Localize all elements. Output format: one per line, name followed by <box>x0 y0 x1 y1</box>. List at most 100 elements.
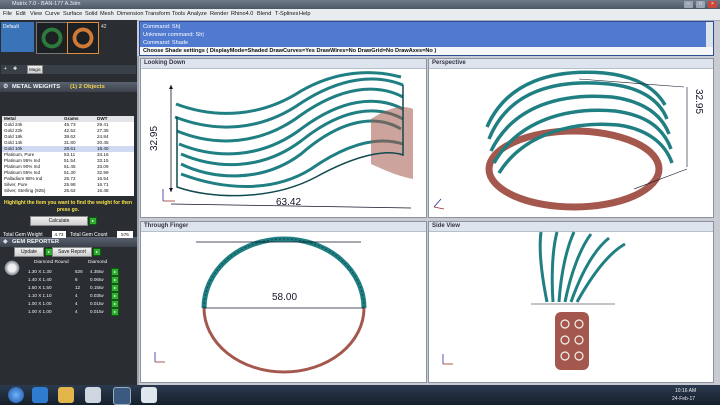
calculate-button[interactable]: Calculate <box>30 216 88 226</box>
minimize-button[interactable]: – <box>684 1 693 8</box>
thumbnail-green-ring[interactable] <box>36 22 68 54</box>
folder-icon[interactable] <box>58 387 74 403</box>
gem-row-select-icon[interactable]: ▸ <box>111 308 119 316</box>
metal-grams: 25.62 <box>64 188 76 193</box>
gem-count: 4 <box>75 293 78 298</box>
menu-blend[interactable]: Blend <box>257 11 271 17</box>
gem-count: 4 <box>75 301 78 306</box>
menu-edit[interactable]: Edit <box>16 11 26 17</box>
thumbnail-orange-ring[interactable] <box>67 22 99 54</box>
clock-date: 24-Feb-17 <box>672 396 696 402</box>
menu-tools[interactable]: Tools <box>172 11 185 17</box>
mini-add-icon[interactable]: + <box>4 66 7 72</box>
gem-row[interactable]: 1.30 X 1.30 526 4.35tw ▸ <box>23 268 119 276</box>
gem-weight: 0.01tw <box>90 301 104 306</box>
update-button[interactable]: Update <box>14 247 44 257</box>
mini-toolbar: + ✚ Magic <box>1 65 136 74</box>
metal-weights-title: METAL WEIGHTS <box>12 84 61 90</box>
layer-name: Default <box>3 24 19 30</box>
gem-size: 1.30 X 1.30 <box>28 269 52 274</box>
menu-curve[interactable]: Curve <box>45 11 60 17</box>
menu-tsplines[interactable]: T-Splines <box>275 11 298 17</box>
viewport-through-finger[interactable]: Through Finger 58.00 <box>140 221 427 383</box>
gem-row-select-icon[interactable]: ▸ <box>111 276 119 284</box>
gem-row-select-icon[interactable]: ▸ <box>111 284 119 292</box>
gem-row[interactable]: 1.10 X 1.10 4 0.03tw ▸ <box>23 292 119 300</box>
gem-weight: 0.06tw <box>90 277 104 282</box>
command-prompt[interactable]: Choose Shade settings ( DisplayMode=Shad… <box>140 47 713 55</box>
dimension-width: 63.42 <box>276 197 302 208</box>
menu-solid[interactable]: Solid <box>85 11 97 17</box>
gem-weight: 0.01tw <box>90 309 104 314</box>
title-bar: Matrix 7.0 - BAN-177 A.3dm – □ × <box>0 0 720 9</box>
gem-shape-short-label: Diamond <box>88 260 108 265</box>
browser-icon[interactable] <box>32 387 48 403</box>
command-prompt-text: Choose Shade settings ( DisplayMode=Shad… <box>143 48 437 54</box>
left-panel: Default 42 + ✚ Magic ⚙ METAL WEIGHTS (1)… <box>0 20 137 385</box>
metal-weights-header: ⚙ METAL WEIGHTS (1) 2 Objects <box>0 82 137 92</box>
gem-count: 4 <box>75 309 78 314</box>
ring-top-view <box>162 71 413 209</box>
menu-view[interactable]: View <box>30 11 42 17</box>
table-row[interactable]: Silver, Sterling (925) 25.62 16.48 <box>2 188 134 194</box>
ring-side-view <box>442 231 626 370</box>
start-icon[interactable] <box>8 387 24 403</box>
gem-row[interactable]: 1.00 X 1.00 4 0.01tw ▸ <box>23 300 119 308</box>
viewport-side-view[interactable]: Side View <box>428 221 714 383</box>
metal-hint-text: Highlight the item you want to find the … <box>3 200 133 213</box>
magic-button[interactable]: Magic <box>27 65 43 74</box>
object-count-label: (1) 2 Objects <box>70 84 105 90</box>
command-history-line: Unknown command: Sh| <box>143 32 204 38</box>
gem-shape-label: Diamond Round <box>34 260 69 265</box>
media-icon[interactable] <box>85 387 101 403</box>
menu-transform[interactable]: Transform <box>145 11 170 17</box>
menu-render[interactable]: Render <box>210 11 228 17</box>
metal-name: Silver, Sterling (925) <box>4 188 46 193</box>
gem-row[interactable]: 1.00 X 1.00 4 0.01tw ▸ <box>23 308 119 316</box>
viewport-looking-down[interactable]: Looking Down 32.95 63.42 <box>140 58 427 218</box>
clock-time: 10:16 AM <box>675 388 697 394</box>
menu-surface[interactable]: Surface <box>63 11 82 17</box>
explorer-window-icon[interactable] <box>141 387 157 403</box>
viewport-splitter[interactable] <box>137 56 139 385</box>
gem-weight: 0.03tw <box>90 293 104 298</box>
mini-remove-icon[interactable]: ✚ <box>13 66 17 72</box>
command-history-line: Command: Sh| <box>143 24 181 30</box>
gem-row[interactable]: 1.50 X 1.50 12 0.15tw ▸ <box>23 284 119 292</box>
gem-row-select-icon[interactable]: ▸ <box>111 268 119 276</box>
close-button[interactable]: × <box>708 1 717 8</box>
dimension-width: 58.00 <box>272 292 298 303</box>
gem-count: 12 <box>75 285 81 290</box>
gem-weight: 0.15tw <box>90 285 104 290</box>
gem-row-select-icon[interactable]: ▸ <box>111 292 119 300</box>
menu-help[interactable]: Help <box>299 11 311 17</box>
gem-count: 6 <box>75 277 78 282</box>
menu-rhino4[interactable]: Rhino4.0 <box>231 11 253 17</box>
diamond-shape-icon <box>3 260 21 276</box>
taskbar: 10:16 AM 24-Feb-17 <box>0 385 720 405</box>
save-go-icon[interactable]: ▸ <box>93 248 101 256</box>
ring-perspective-view <box>433 70 688 211</box>
command-scrollbar[interactable] <box>706 22 713 47</box>
menu-file[interactable]: File <box>3 11 12 17</box>
save-report-button[interactable]: Save Report <box>52 247 92 257</box>
gear-icon: ⚙ <box>3 84 9 90</box>
menu-dimension[interactable]: Dimension <box>117 11 143 17</box>
gem-row-select-icon[interactable]: ▸ <box>111 300 119 308</box>
dimension-height: 32.95 <box>149 125 160 151</box>
total-gem-count-label: Total Gem Count <box>70 232 108 238</box>
gem-size: 1.00 X 1.00 <box>28 309 52 314</box>
calculate-go-icon[interactable]: ▸ <box>89 217 97 225</box>
gem-reporter-header: ◆ GEM REPORTER <box>0 237 137 247</box>
layer-selector[interactable]: Default <box>1 22 34 52</box>
menu-mesh[interactable]: Mesh <box>100 11 114 17</box>
viewport-perspective[interactable]: Perspective 32.95 <box>428 58 714 218</box>
gem-reporter-title: GEM REPORTER <box>12 239 60 245</box>
menu-analyze[interactable]: Analyze <box>187 11 207 17</box>
maximize-button[interactable]: □ <box>696 1 705 8</box>
metal-weights-table: Metal Grams DWT Gold 24k 45.73 29.41 Gold 2… <box>2 116 134 196</box>
gem-row[interactable]: 1.40 X 1.40 6 0.06tw ▸ <box>23 276 119 284</box>
matrix-app-icon[interactable] <box>113 387 131 405</box>
dimension-height: 32.95 <box>693 89 704 115</box>
metal-dwt: 16.48 <box>97 188 109 193</box>
